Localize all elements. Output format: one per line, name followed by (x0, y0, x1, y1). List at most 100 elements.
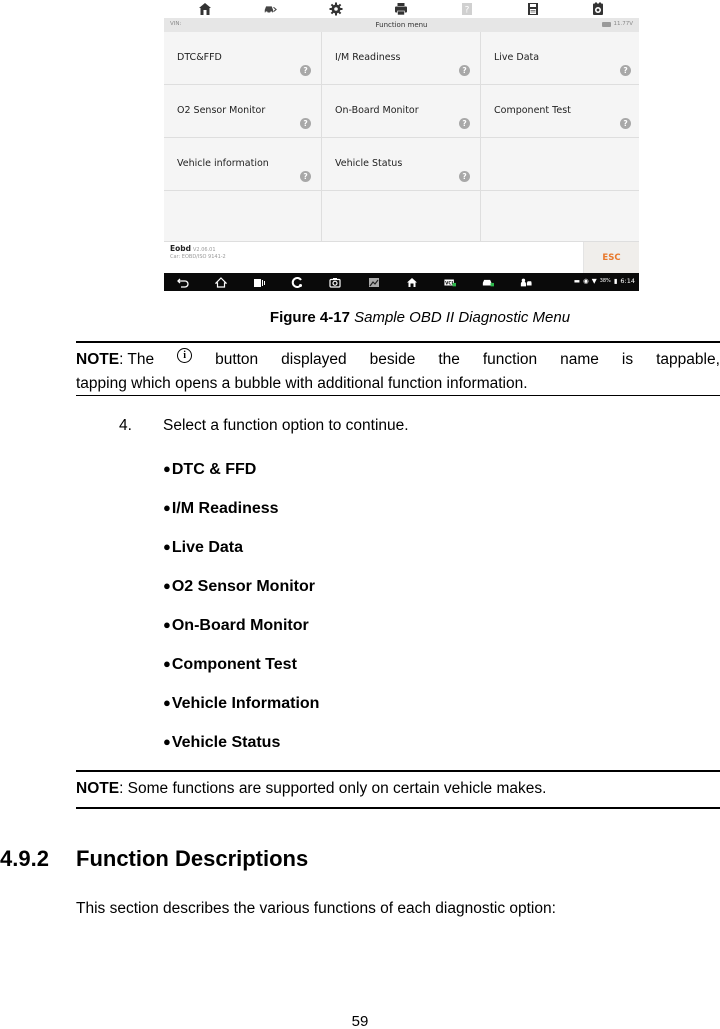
empty-tile (322, 191, 480, 244)
home-icon[interactable] (197, 2, 213, 16)
function-tile-vehicle-status[interactable]: Vehicle Status? (322, 138, 480, 190)
wifi-icon: ▼ (591, 277, 597, 285)
screen-footer: Eobd V2.06.01 Car: EOBD/ISO 9141-2 ESC (164, 241, 639, 274)
function-menu-titlebar: VIN: Function menu 11.77V (164, 18, 639, 32)
list-item: DTC & FFD (163, 460, 319, 499)
esc-button[interactable]: ESC (583, 242, 639, 274)
function-label: DTC&FFD (177, 52, 222, 63)
info-icon: i (177, 348, 193, 363)
android-navbar: VCI ▬ ◉ ▼ 38% ▮ 6:14 (164, 273, 639, 291)
function-tile-dtc-ffd[interactable]: DTC&FFD? (164, 32, 321, 84)
help-icon[interactable]: ? (300, 65, 311, 76)
function-tile-component-test[interactable]: Component Test? (481, 85, 639, 137)
empty-tile (481, 191, 639, 244)
help-icon[interactable]: ? (300, 118, 311, 129)
help-icon[interactable]: ? (459, 171, 470, 182)
note-label: NOTE (76, 780, 120, 797)
app-info: Eobd V2.06.01 (170, 244, 216, 253)
function-tile-o2-sensor-monitor[interactable]: O2 Sensor Monitor? (164, 85, 321, 137)
note-word: displayed (281, 351, 347, 368)
back-icon[interactable] (176, 276, 190, 288)
battery-percent: 38% (599, 278, 611, 284)
vci-icon[interactable]: VCI (443, 276, 457, 288)
empty-tile (164, 191, 321, 244)
note-text: : The (119, 351, 155, 368)
page-number: 59 (351, 1013, 369, 1029)
voltage-value: 11.77V (613, 21, 633, 27)
list-item: Vehicle Status (163, 733, 319, 772)
app-version: V2.06.01 (193, 247, 216, 253)
function-tile-vehicle-information[interactable]: Vehicle information? (164, 138, 321, 190)
list-item: Vehicle Information (163, 694, 320, 733)
function-option-list: DTC & FFD I/M Readiness Live Data O2 Sen… (163, 460, 320, 772)
battery-voltage: 11.77V (602, 21, 633, 27)
vehicle-icon[interactable] (481, 276, 495, 288)
list-item: I/M Readiness (163, 499, 319, 538)
app-name: Eobd (170, 244, 192, 253)
vehicle-swap-icon[interactable] (262, 2, 278, 16)
list-item: O2 Sensor Monitor (163, 577, 319, 616)
note2-bottom-rule (76, 807, 720, 809)
top-toolbar: ? (164, 0, 639, 18)
function-tile-im-readiness[interactable]: I/M Readiness? (322, 32, 480, 84)
note-top-rule (76, 341, 720, 343)
figure-caption: Figure 4-17 Sample OBD II Diagnostic Men… (0, 309, 720, 326)
svg-text:?: ? (465, 6, 470, 16)
step-4: 4. Select a function option to continue. (119, 417, 409, 435)
diagnostic-screenshot: ? VIN: Function menu 11.77V DTC&FFD? I/M… (164, 0, 639, 291)
function-grid: DTC&FFD? I/M Readiness? Live Data? O2 Se… (164, 32, 639, 244)
screenshot-icon[interactable] (367, 276, 381, 288)
function-tile-live-data[interactable]: Live Data? (481, 32, 639, 84)
camera-icon[interactable] (328, 276, 342, 288)
function-label: Component Test (494, 105, 571, 116)
maxisys-home-icon[interactable] (405, 276, 419, 288)
figure-title: Sample OBD II Diagnostic Menu (354, 309, 571, 326)
remote-icon[interactable] (519, 276, 533, 288)
save-icon[interactable] (525, 2, 541, 16)
data-logging-icon[interactable] (590, 2, 606, 16)
function-label: Vehicle Status (335, 158, 403, 169)
figure-label: Figure 4-17 (269, 309, 350, 326)
home-icon[interactable] (214, 276, 228, 288)
section-heading: 4.9.2 Function Descriptions (0, 846, 308, 872)
note-text-line2: tapping which opens a bubble with additi… (76, 375, 528, 392)
help-icon[interactable]: ? (459, 118, 470, 129)
function-tile-on-board-monitor[interactable]: On-Board Monitor? (322, 85, 480, 137)
car-protocol: Car: EOBD/ISO 9141-2 (170, 254, 226, 260)
help-icon[interactable]: ? (459, 2, 475, 16)
section-intro: This section describes the various funct… (76, 900, 556, 917)
list-item: Component Test (163, 655, 319, 694)
list-item: Live Data (163, 538, 319, 577)
help-icon[interactable]: ? (620, 118, 631, 129)
function-label: On-Board Monitor (335, 105, 419, 116)
help-icon[interactable]: ? (459, 65, 470, 76)
empty-tile (481, 138, 639, 190)
help-icon[interactable]: ? (300, 171, 311, 182)
section-number: 4.9.2 (0, 846, 49, 871)
screen-title: Function menu (375, 20, 428, 29)
note-word: the (438, 351, 460, 368)
section-title: Function Descriptions (76, 846, 309, 871)
printer-icon[interactable] (393, 2, 409, 16)
gear-icon[interactable] (328, 2, 344, 16)
globe-icon: ◉ (583, 277, 589, 285)
system-status: ▬ ◉ ▼ 38% ▮ 6:14 (574, 277, 635, 285)
note-vehicle-makes: NOTE: Some functions are supported only … (76, 780, 546, 798)
function-label: I/M Readiness (335, 52, 401, 63)
note-word: button (215, 351, 259, 368)
list-item: On-Board Monitor (163, 616, 319, 655)
note-bottom-rule (76, 395, 720, 396)
battery-icon: ▮ (613, 277, 618, 285)
help-icon[interactable]: ? (620, 65, 631, 76)
svg-text:VCI: VCI (445, 280, 453, 286)
note-word: beside (369, 351, 416, 368)
car-battery-icon (602, 21, 612, 27)
note-word: is (621, 351, 634, 368)
note-label: NOTE (76, 351, 120, 368)
browser-icon[interactable] (290, 276, 304, 288)
recent-apps-icon[interactable] (252, 276, 266, 288)
message-icon: ▬ (573, 277, 581, 285)
step-number: 4. (119, 417, 132, 434)
function-label: Live Data (494, 52, 540, 63)
note-info-button: NOTE: The i button displayed beside the … (76, 348, 720, 396)
